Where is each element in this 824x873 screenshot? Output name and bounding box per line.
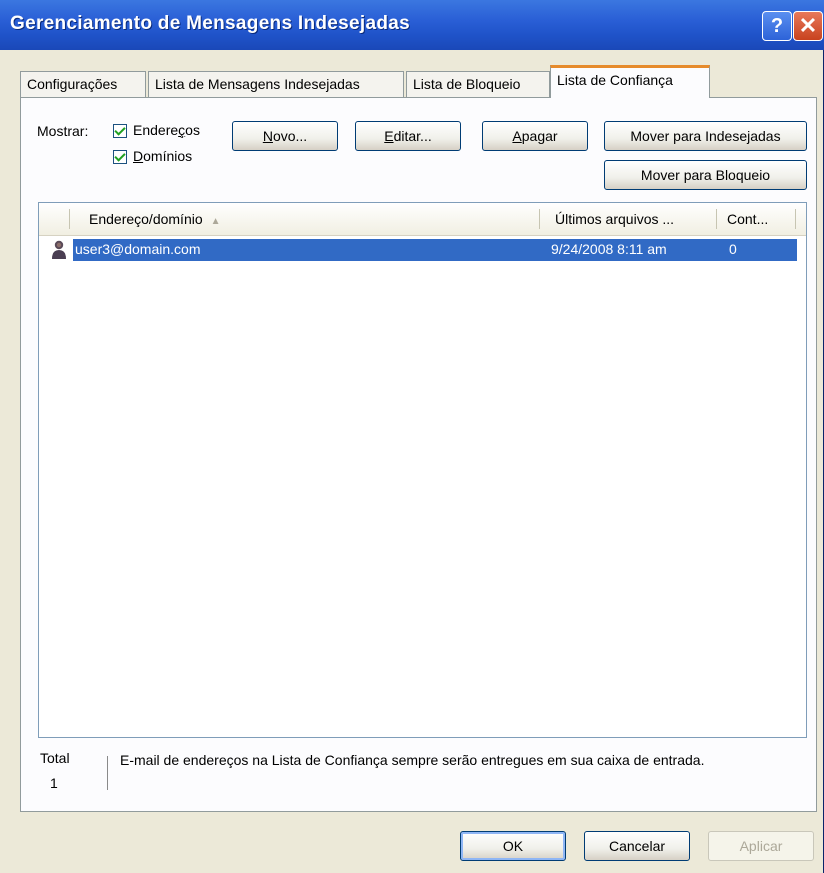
column-divider[interactable]	[795, 209, 796, 229]
row-count: 0	[729, 241, 737, 257]
tab-label: Lista de Bloqueio	[413, 76, 521, 92]
row-address: user3@domain.com	[75, 241, 201, 257]
tab-configuracoes[interactable]: Configurações	[20, 71, 146, 97]
show-label: Mostrar:	[37, 123, 89, 139]
tab-lista-bloqueio[interactable]: Lista de Bloqueio	[406, 71, 550, 97]
ok-button[interactable]: OK	[460, 831, 566, 861]
tab-label: Lista de Mensagens Indesejadas	[155, 76, 360, 92]
safe-list[interactable]: Endereço/domínio ▲ Últimos arquivos ... C…	[38, 202, 807, 738]
apply-button[interactable]: Aplicar	[708, 831, 814, 861]
window-title: Gerenciamento de Mensagens Indesejadas	[10, 13, 410, 34]
total-label: Total	[40, 750, 70, 766]
domains-checkbox[interactable]	[113, 150, 127, 164]
total-value: 1	[50, 775, 58, 791]
column-divider	[69, 209, 70, 229]
close-icon: ✕	[798, 13, 818, 38]
row-last-date: 9/24/2008 8:11 am	[551, 241, 667, 257]
new-button[interactable]: Novo...	[232, 121, 338, 151]
dialog-window: Gerenciamento de Mensagens Indesejadas ?…	[0, 0, 824, 873]
user-icon	[52, 240, 66, 259]
list-row-selected[interactable]: user3@domain.com 9/24/2008 8:11 am 0	[73, 239, 797, 261]
tab-label: Configurações	[27, 76, 118, 92]
column-divider[interactable]	[716, 209, 717, 229]
tab-lista-confianca[interactable]: Lista de Confiança	[550, 65, 710, 98]
tab-label: Lista de Confiança	[557, 72, 673, 88]
column-header-address[interactable]: Endereço/domínio ▲	[89, 203, 539, 235]
close-button[interactable]: ✕	[793, 11, 823, 41]
cancel-button[interactable]: Cancelar	[584, 831, 690, 861]
tab-lista-mensagens-indesejadas[interactable]: Lista de Mensagens Indesejadas	[148, 71, 404, 97]
title-bar[interactable]: Gerenciamento de Mensagens Indesejadas ?…	[0, 0, 824, 50]
edit-button[interactable]: Editar...	[355, 121, 461, 151]
column-header-last-files[interactable]: Últimos arquivos ...	[555, 203, 715, 235]
list-header: Endereço/domínio ▲ Últimos arquivos ... C…	[39, 203, 806, 236]
addresses-label[interactable]: Endereços	[133, 122, 200, 138]
move-to-junk-button[interactable]: Mover para Indesejadas	[604, 121, 807, 151]
column-divider[interactable]	[539, 209, 540, 229]
help-button[interactable]: ?	[762, 11, 792, 41]
move-to-block-button[interactable]: Mover para Bloqueio	[604, 160, 807, 190]
column-header-count[interactable]: Cont...	[727, 203, 797, 235]
sort-ascending-icon: ▲	[210, 216, 221, 227]
help-icon: ?	[770, 14, 784, 37]
domains-label[interactable]: Domínios	[133, 148, 192, 164]
delete-button[interactable]: Apagar	[482, 121, 588, 151]
addresses-checkbox[interactable]	[113, 124, 127, 138]
info-text: E-mail de endereços na Lista de Confianç…	[120, 752, 705, 768]
footer-divider	[107, 756, 108, 790]
